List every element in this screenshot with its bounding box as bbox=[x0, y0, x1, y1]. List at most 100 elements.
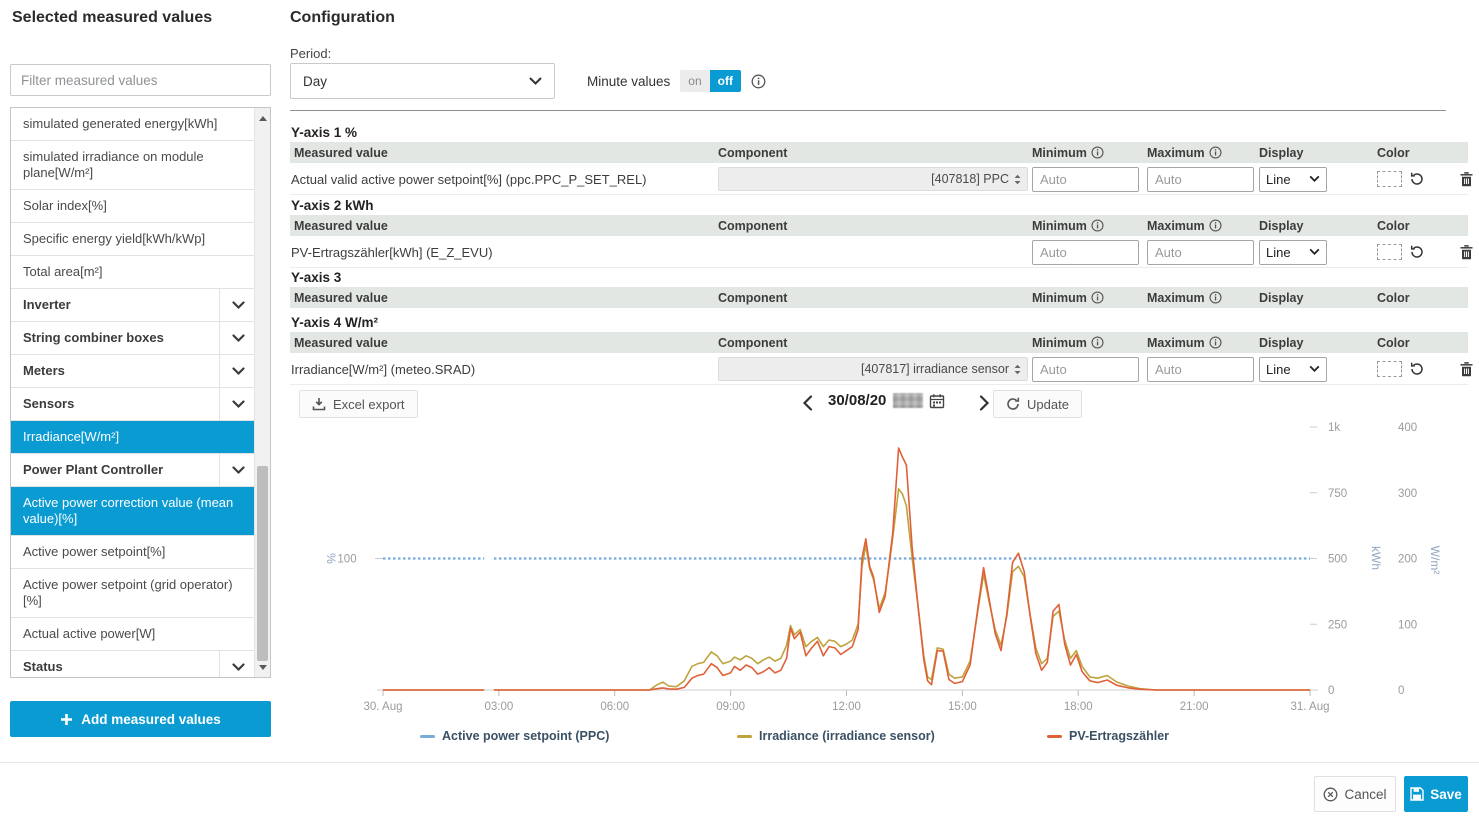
maximum-input[interactable] bbox=[1147, 357, 1254, 382]
chevron-down-icon bbox=[1309, 365, 1320, 373]
svg-text:18:00: 18:00 bbox=[1064, 701, 1093, 713]
sidebar-item[interactable]: simulated generated energy[kWh] bbox=[11, 108, 256, 141]
svg-text:09:00: 09:00 bbox=[716, 701, 745, 713]
svg-text:300: 300 bbox=[1398, 488, 1417, 500]
sidebar-category[interactable]: String combiner boxes bbox=[11, 322, 256, 355]
component-value: [407818] PPC bbox=[931, 172, 1009, 186]
reset-color-icon[interactable] bbox=[1410, 362, 1424, 376]
info-icon[interactable] bbox=[1209, 219, 1222, 232]
info-icon[interactable] bbox=[1091, 291, 1104, 304]
info-icon[interactable] bbox=[1209, 291, 1222, 304]
list-item-label: Sensors bbox=[11, 388, 219, 420]
chevron-down-icon bbox=[1309, 248, 1320, 256]
sidebar-item[interactable]: Total area[m²] bbox=[11, 256, 256, 289]
page-title: Configuration bbox=[290, 9, 395, 27]
date-picker[interactable]: 30/08/20 bbox=[828, 392, 945, 409]
display-value: Line bbox=[1266, 172, 1291, 187]
column-header: Maximum bbox=[1147, 146, 1259, 160]
minute-values-toggle[interactable]: on off bbox=[680, 70, 741, 92]
info-icon[interactable] bbox=[1209, 146, 1222, 159]
component-select[interactable]: [407817] irradiance sensor bbox=[718, 357, 1028, 381]
configuration-panel: Configuration Period: Day Minute values … bbox=[290, 0, 1468, 760]
legend-item[interactable]: Active power setpoint (PPC) bbox=[420, 729, 609, 743]
divider bbox=[290, 110, 1446, 111]
color-swatch[interactable] bbox=[1377, 244, 1402, 260]
reset-color-icon[interactable] bbox=[1410, 172, 1424, 186]
minimum-input[interactable] bbox=[1032, 357, 1139, 382]
column-header: Color bbox=[1336, 219, 1468, 233]
list-item-label: Inverter bbox=[11, 289, 219, 321]
column-header: Maximum bbox=[1147, 336, 1259, 350]
update-button[interactable]: Update bbox=[993, 390, 1082, 418]
minute-values-on[interactable]: on bbox=[680, 70, 709, 92]
svg-text:0: 0 bbox=[1328, 685, 1334, 697]
footer-bar: Cancel Save bbox=[0, 762, 1479, 819]
save-button[interactable]: Save bbox=[1404, 776, 1468, 812]
filter-measured-values-input[interactable] bbox=[10, 64, 271, 96]
info-icon[interactable] bbox=[1091, 336, 1104, 349]
minute-values-label: Minute values bbox=[587, 74, 670, 89]
legend-swatch bbox=[1047, 735, 1062, 738]
axis-section-title: Y-axis 4 W/m² bbox=[291, 315, 378, 330]
delete-row-icon[interactable] bbox=[1460, 172, 1473, 187]
sidebar-category[interactable]: Meters bbox=[11, 355, 256, 388]
legend-item[interactable]: PV-Ertragszähler bbox=[1047, 729, 1169, 743]
display-select[interactable]: Line bbox=[1259, 240, 1327, 265]
legend-item[interactable]: Irradiance (irradiance sensor) bbox=[737, 729, 935, 743]
minimum-input[interactable] bbox=[1032, 167, 1139, 192]
chevron-down-icon[interactable] bbox=[219, 322, 256, 354]
minimum-input[interactable] bbox=[1032, 240, 1139, 265]
excel-export-button[interactable]: Excel export bbox=[299, 390, 418, 418]
color-swatch[interactable] bbox=[1377, 361, 1402, 377]
previous-day-button[interactable] bbox=[795, 390, 819, 416]
chevron-down-icon[interactable] bbox=[219, 388, 256, 420]
chevron-down-icon[interactable] bbox=[219, 289, 256, 321]
svg-text:100: 100 bbox=[1398, 619, 1417, 631]
info-icon[interactable] bbox=[1091, 146, 1104, 159]
component-value: [407817] irradiance sensor bbox=[861, 362, 1009, 376]
display-select[interactable]: Line bbox=[1259, 357, 1327, 382]
sidebar-category[interactable]: Inverter bbox=[11, 289, 256, 322]
list-item-label: Total area[m²] bbox=[11, 256, 256, 288]
reset-color-icon[interactable] bbox=[1410, 245, 1424, 259]
component-select[interactable]: [407818] PPC bbox=[718, 167, 1028, 191]
sidebar-item[interactable]: simulated irradiance on module plane[W/m… bbox=[11, 141, 256, 190]
svg-text:400: 400 bbox=[1398, 422, 1417, 434]
legend-swatch bbox=[737, 735, 752, 738]
sidebar-item[interactable]: Solar index[%] bbox=[11, 190, 256, 223]
column-header: Component bbox=[718, 336, 1032, 350]
minute-values-off[interactable]: off bbox=[710, 70, 741, 92]
maximum-input[interactable] bbox=[1147, 240, 1254, 265]
chart-legend: Active power setpoint (PPC) Irradiance (i… bbox=[0, 729, 1479, 749]
chevron-down-icon[interactable] bbox=[219, 355, 256, 387]
cancel-button[interactable]: Cancel bbox=[1314, 776, 1396, 812]
sidebar-title: Selected measured values bbox=[12, 9, 212, 27]
column-header: Color bbox=[1336, 146, 1468, 160]
svg-text:kWh: kWh bbox=[1369, 546, 1383, 570]
delete-row-icon[interactable] bbox=[1460, 245, 1473, 260]
legend-label: Active power setpoint (PPC) bbox=[442, 729, 609, 743]
color-swatch[interactable] bbox=[1377, 171, 1402, 187]
sidebar-category[interactable]: Sensors bbox=[11, 388, 256, 421]
table-header-row: Measured valueComponentMinimumMaximumDis… bbox=[290, 215, 1468, 236]
scroll-up-icon[interactable] bbox=[255, 110, 271, 126]
maximum-input[interactable] bbox=[1147, 167, 1254, 192]
period-select[interactable]: Day bbox=[290, 63, 555, 99]
period-label: Period: bbox=[290, 46, 331, 61]
delete-row-icon[interactable] bbox=[1460, 362, 1473, 377]
chart: 30. Aug03:0006:0009:0012:0015:0018:0021:… bbox=[0, 420, 1479, 720]
column-header: Display bbox=[1259, 336, 1336, 350]
info-icon[interactable] bbox=[751, 74, 766, 89]
column-header: Maximum bbox=[1147, 291, 1259, 305]
info-icon[interactable] bbox=[1209, 336, 1222, 349]
display-select[interactable]: Line bbox=[1259, 167, 1327, 192]
list-item-label: Meters bbox=[11, 355, 219, 387]
svg-text:15:00: 15:00 bbox=[948, 701, 977, 713]
list-item-label: simulated irradiance on module plane[W/m… bbox=[11, 141, 256, 189]
calendar-icon[interactable] bbox=[929, 393, 945, 409]
legend-swatch bbox=[420, 735, 435, 738]
list-item-label: simulated generated energy[kWh] bbox=[11, 108, 256, 140]
updown-arrows-icon bbox=[1014, 174, 1021, 185]
sidebar-item[interactable]: Specific energy yield[kWh/kWp] bbox=[11, 223, 256, 256]
info-icon[interactable] bbox=[1091, 219, 1104, 232]
